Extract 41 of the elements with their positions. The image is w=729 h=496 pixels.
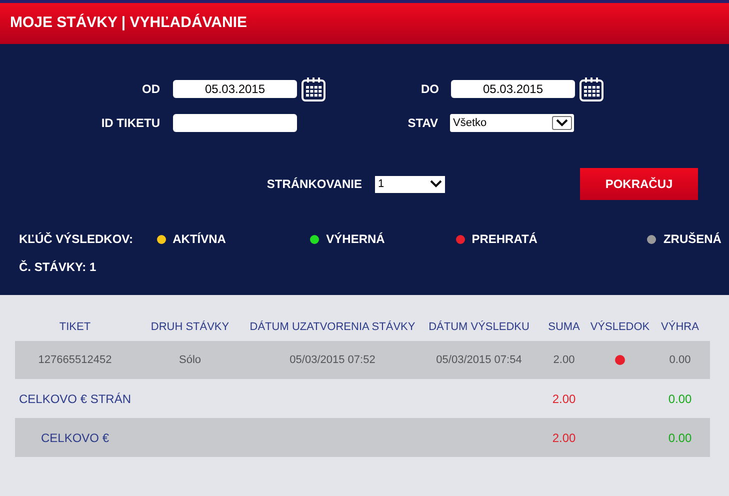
continue-button[interactable]: POKRAČUJ bbox=[580, 168, 698, 200]
table-cell-text: 05/03/2015 07:52 bbox=[288, 352, 376, 368]
legend-label: KĽÚČ VÝSLEDKOV: bbox=[19, 231, 134, 248]
ticket-id-field[interactable] bbox=[173, 114, 297, 132]
column-header: VÝSLEDOK bbox=[590, 320, 650, 335]
table-cell-text: 05/03/2015 07:54 bbox=[435, 352, 523, 368]
field-label: OD bbox=[141, 81, 160, 98]
table-cell-text: 0.00 bbox=[667, 430, 693, 446]
column-header: DÁTUM UZATVORENIA STÁVKY bbox=[248, 320, 416, 335]
legend-item: AKTÍVNA bbox=[172, 231, 227, 248]
total-label: CELKOVO € STRÁN bbox=[18, 390, 132, 408]
caret-icon bbox=[430, 180, 442, 188]
column-header: DRUH STÁVKY bbox=[150, 320, 230, 335]
field-label: DO bbox=[420, 81, 439, 98]
caret-icon bbox=[556, 119, 568, 127]
column-header: SUMA bbox=[547, 320, 581, 335]
table-cell-text: 2.00 bbox=[552, 352, 576, 368]
table-cell-text: Sólo bbox=[178, 352, 202, 368]
date-field[interactable]: 05.03.2015 bbox=[173, 80, 297, 98]
paging-select[interactable]: 1 bbox=[375, 176, 445, 192]
table-cell-text: 0.00 bbox=[667, 390, 693, 408]
page-title: MOJE STÁVKY | VYHĽADÁVANIE bbox=[10, 12, 248, 34]
column-header: VÝHRA bbox=[660, 320, 700, 335]
table-cell-text: 2.00 bbox=[551, 390, 577, 408]
table-cell-text: 2.00 bbox=[551, 430, 577, 446]
total-label: CELKOVO € bbox=[40, 430, 110, 446]
field-label: STRÁNKOVANIE bbox=[266, 176, 362, 193]
table-cell-text: 0.00 bbox=[668, 352, 692, 368]
calendar-icon[interactable] bbox=[301, 76, 326, 102]
legend-item: VÝHERNÁ bbox=[326, 231, 386, 248]
date-field[interactable]: 05.03.2015 bbox=[451, 80, 575, 98]
column-header: DÁTUM VÝSLEDKU bbox=[428, 320, 530, 335]
calendar-icon[interactable] bbox=[579, 76, 604, 102]
legend-item: PREHRATÁ bbox=[472, 231, 538, 248]
table-cell-text: 127665512452 bbox=[37, 352, 113, 368]
field-label: STAV bbox=[406, 115, 438, 132]
field-label: ID TIKETU bbox=[100, 115, 160, 132]
legend-item: ZRUŠENÁ bbox=[663, 231, 722, 248]
column-header: TIKET bbox=[58, 320, 92, 335]
status-select[interactable]: Všetko bbox=[450, 114, 574, 132]
bet-count: Č. STÁVKY: 1 bbox=[19, 260, 96, 274]
